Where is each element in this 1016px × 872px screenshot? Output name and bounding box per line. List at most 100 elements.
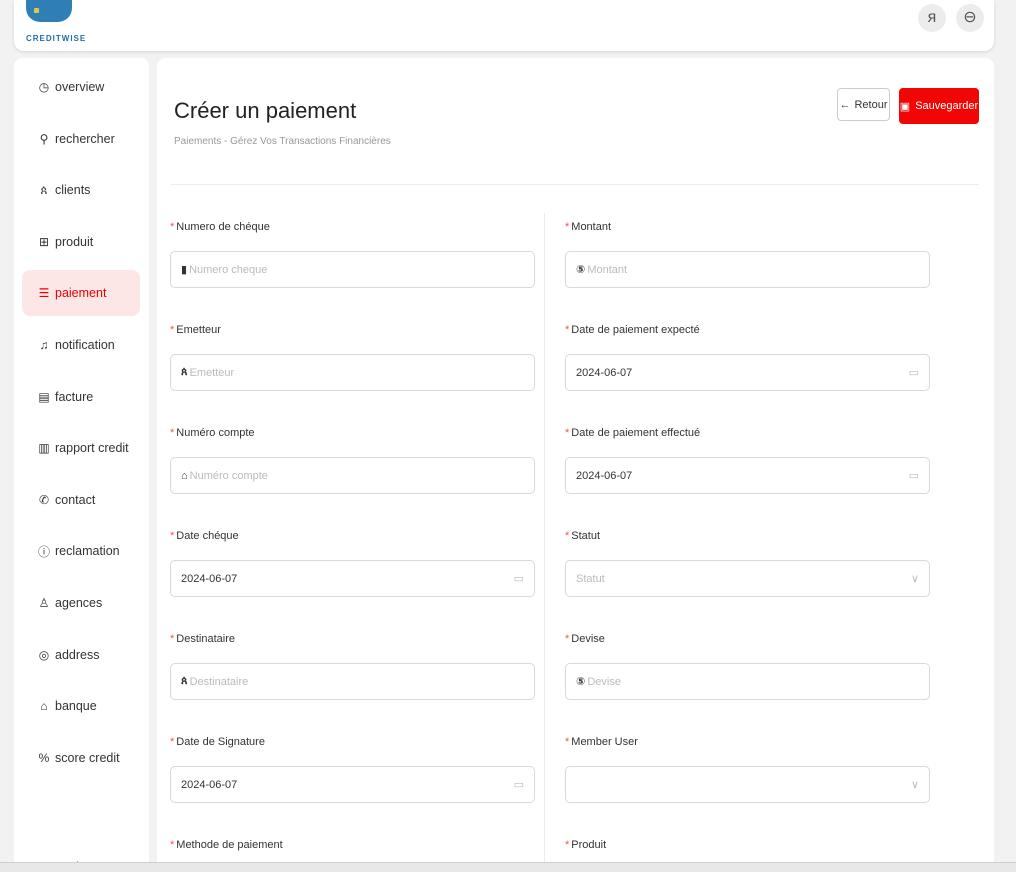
field-label: * Destinataire xyxy=(170,633,535,647)
sidebar-item-banque[interactable]: ⌂ banque xyxy=(22,683,140,729)
field-label-text: Date de paiement expecté xyxy=(571,324,700,336)
required-mark: * xyxy=(565,221,570,233)
field-placeholder: Numero cheque xyxy=(189,263,268,276)
select-field[interactable]: Statut ∨ xyxy=(565,560,930,597)
date-input[interactable]: 2024-06-07 ▭ xyxy=(170,766,535,803)
sidebar-item-label: facture xyxy=(55,389,94,404)
sidebar-item-agences[interactable]: ♙ agences xyxy=(22,580,140,626)
logout-icon[interactable]: ⊖ xyxy=(956,4,984,32)
form-field: * Montant ⑤ Montant xyxy=(565,221,930,288)
select-field[interactable]: ∨ xyxy=(565,766,930,803)
main-panel: Créer un paiement Paiements - Gérez Vos … xyxy=(157,58,994,872)
form-field: * Devise ⑤ Devise xyxy=(565,633,930,700)
field-placeholder: Devise xyxy=(587,675,621,688)
field-label-text: Methode de paiement xyxy=(176,839,283,851)
bell-icon: ♫ xyxy=(39,338,49,352)
dollar-icon: ⑤ xyxy=(576,264,586,276)
form-field: * Numero de chéque ▮ Numero cheque xyxy=(170,221,535,288)
sidebar-item-label: rechercher xyxy=(55,131,115,146)
user-icon: ጰ xyxy=(181,675,188,687)
sidebar-item-label: reclamation xyxy=(55,544,120,559)
field-label: * Numéro compte xyxy=(170,427,535,441)
required-mark: * xyxy=(170,839,175,851)
required-mark: * xyxy=(170,427,175,439)
form-field: * Date de Signature 2024-06-07 ▭ xyxy=(170,736,535,803)
field-placeholder: Numéro compte xyxy=(189,469,268,482)
field-label: * Member User xyxy=(565,736,930,750)
date-input[interactable]: 2024-06-07 ▭ xyxy=(565,354,930,391)
sidebar-item-label: banque xyxy=(55,699,97,714)
text-input[interactable]: ⌂ Numéro compte xyxy=(170,457,535,494)
field-label-text: Destinataire xyxy=(176,633,235,645)
sidebar-item-rechercher[interactable]: ⚲ rechercher xyxy=(22,116,140,162)
sidebar-item-reclamation[interactable]: ⓘ reclamation xyxy=(22,528,140,574)
sidebar-item-paiement[interactable]: ☰ paiement xyxy=(22,270,140,317)
sidebar-item-label: rapport credit xyxy=(55,441,129,456)
form-field: * Date de paiement effectué 2024-06-07 ▭ xyxy=(565,427,930,494)
field-label-text: Date de Signature xyxy=(176,736,265,748)
user-icon: ጰ xyxy=(181,366,188,378)
field-placeholder: Montant xyxy=(587,263,628,276)
date-input[interactable]: 2024-06-07 ▭ xyxy=(565,457,930,494)
sidebar-item-contact[interactable]: ✆ contact xyxy=(22,477,140,523)
save-icon: ▣ xyxy=(899,100,911,113)
sidebar-item-clients[interactable]: ጰ clients xyxy=(22,167,140,213)
field-placeholder: Emetteur xyxy=(189,366,235,379)
field-label: * Date de Signature xyxy=(170,736,535,750)
required-mark: * xyxy=(170,324,175,336)
arrow-left-icon: ← xyxy=(839,98,851,111)
sidebar-item-label: agences xyxy=(55,596,103,610)
sidebar-item-overview[interactable]: ◷ overview xyxy=(22,64,140,110)
sidebar-item-facture[interactable]: ▤ facture xyxy=(22,374,140,420)
field-label-text: Numéro compte xyxy=(176,427,255,439)
field-label-text: Statut xyxy=(571,530,601,542)
horizontal-scrollbar[interactable] xyxy=(0,862,1016,872)
sidebar-item-address[interactable]: ◎ address xyxy=(22,632,140,678)
field-label-text: Emetteur xyxy=(176,324,221,336)
sidebar-item-label: notification xyxy=(55,338,115,352)
logo-icon xyxy=(26,0,72,22)
sidebar-item-label: address xyxy=(55,647,100,662)
percent-icon: % xyxy=(38,750,50,765)
text-input[interactable]: ⑤ Montant xyxy=(565,251,930,288)
network-icon: ♙ xyxy=(38,596,50,610)
date-input[interactable]: 2024-06-07 ▭ xyxy=(170,560,535,597)
chevron-down-icon: ∨ xyxy=(910,573,919,585)
sidebar-item-score-credit[interactable]: % score credit xyxy=(22,735,140,781)
form-field: * Emetteur ጰ Emetteur xyxy=(170,324,535,391)
header-divider xyxy=(171,184,979,185)
sidebar-item-produit[interactable]: ⊞ produit xyxy=(22,219,140,265)
calendar-icon: ▭ xyxy=(513,779,524,791)
sidebar-item-notification[interactable]: ♫ notification xyxy=(22,322,140,368)
user-icon[interactable]: ᴙ xyxy=(918,4,946,32)
field-label: * Numero de chéque xyxy=(170,221,535,235)
bank-icon: ⌂ xyxy=(40,699,48,714)
column-divider xyxy=(544,213,545,872)
field-label: * Montant xyxy=(565,221,930,235)
calendar-icon: ▭ xyxy=(908,470,919,482)
text-input[interactable]: ▮ Numero cheque xyxy=(170,251,535,288)
back-button[interactable]: ← Retour xyxy=(837,88,890,121)
sidebar-item-label: contact xyxy=(55,492,96,507)
field-label: * Statut xyxy=(565,530,930,544)
text-input[interactable]: ⑤ Devise xyxy=(565,663,930,700)
form-field: * Statut Statut ∨ xyxy=(565,530,930,597)
sidebar-item-label: paiement xyxy=(55,286,107,301)
form-field: * Date chéque 2024-06-07 ▭ xyxy=(170,530,535,597)
form-field: * Destinataire ጰ Destinataire xyxy=(170,633,535,700)
save-button[interactable]: ▣ Sauvegarder xyxy=(899,88,979,124)
save-button-label: Sauvegarder xyxy=(915,100,979,112)
sidebar-item-rapport-credit[interactable]: ▥ rapport credit xyxy=(22,425,140,471)
required-mark: * xyxy=(565,427,570,439)
text-input[interactable]: ጰ Emetteur xyxy=(170,354,535,391)
required-mark: * xyxy=(565,530,570,542)
location-icon: ◎ xyxy=(38,647,50,662)
required-mark: * xyxy=(170,530,175,542)
text-input[interactable]: ጰ Destinataire xyxy=(170,663,535,700)
phone-icon: ✆ xyxy=(38,492,50,507)
form-field: * Member User ∨ xyxy=(565,736,930,803)
field-label: * Date de paiement expecté xyxy=(565,324,930,338)
field-label: * Date chéque xyxy=(170,530,535,544)
users-icon: ጰ xyxy=(40,182,48,197)
form-field: * Date de paiement expecté 2024-06-07 ▭ xyxy=(565,324,930,391)
